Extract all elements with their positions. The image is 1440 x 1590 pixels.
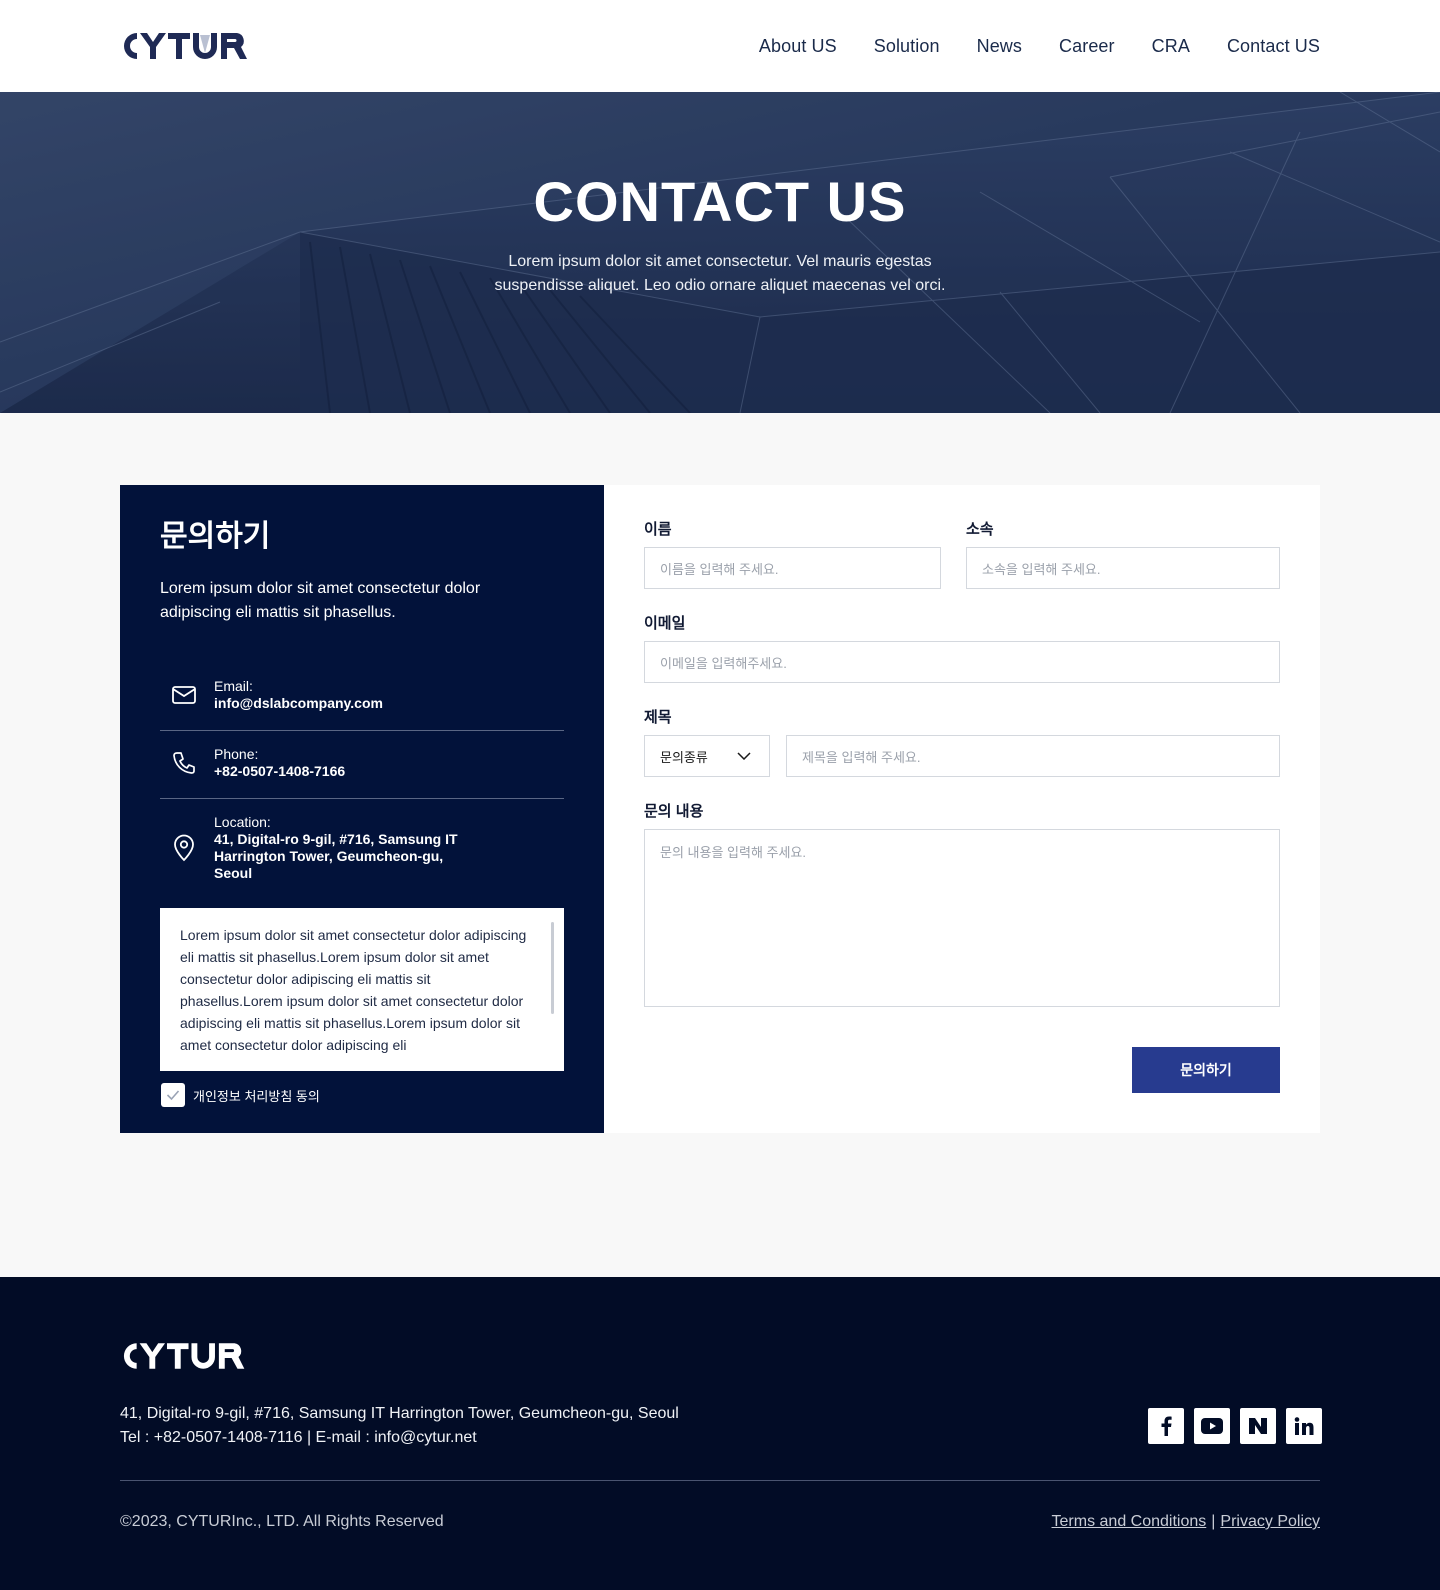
footer-link-separator: | <box>1211 1513 1216 1530</box>
site-footer: 41, Digital-ro 9-gil, #716, Samsung IT H… <box>0 1277 1440 1590</box>
privacy-terms-box[interactable]: Lorem ipsum dolor sit amet consectetur d… <box>160 908 564 1071</box>
panel-description: Lorem ipsum dolor sit amet consectetur d… <box>160 580 481 621</box>
nav-about-us[interactable]: About US <box>759 36 837 57</box>
footer-links: Terms and Conditions | Privacy Policy <box>1052 1513 1320 1531</box>
phone-label: Phone: <box>214 746 259 762</box>
location-label: Location: <box>214 814 271 830</box>
privacy-agree-label: 개인정보 처리방침 동의 <box>193 1088 320 1104</box>
location-info: Location: 41, Digital-ro 9-gil, #716, Sa… <box>160 799 564 900</box>
subject-field: 제목 문의종류 제목을 입력해 주세요. <box>644 707 1280 777</box>
location-value: 41, Digital-ro 9-gil, #716, Samsung IT H… <box>214 831 458 881</box>
phone-info: Phone: +82-0507-1408-7166 <box>160 731 564 799</box>
affiliation-input[interactable]: 소속을 입력해 주세요. <box>966 547 1280 589</box>
footer-logo[interactable] <box>120 1339 1320 1373</box>
submit-button[interactable]: 문의하기 <box>1132 1047 1280 1093</box>
panel-title: 문의하기 <box>160 520 271 553</box>
email-label: Email: <box>214 678 253 694</box>
nav-news[interactable]: News <box>977 36 1022 57</box>
main-content: 문의하기 Lorem ipsum dolor sit amet consecte… <box>0 413 1440 1277</box>
email-value[interactable]: info@dslabcompany.com <box>214 695 383 712</box>
footer-divider <box>120 1480 1320 1481</box>
subject-label: 제목 <box>644 709 672 726</box>
privacy-agree[interactable]: 개인정보 처리방침 동의 <box>161 1083 564 1107</box>
name-field: 이름 이름을 입력해 주세요. <box>644 519 941 589</box>
social-links <box>1148 1408 1322 1444</box>
phone-value[interactable]: +82-0507-1408-7166 <box>214 763 345 780</box>
privacy-link[interactable]: Privacy Policy <box>1220 1513 1320 1530</box>
chevron-down-icon <box>737 752 751 760</box>
hero-subtitle: Lorem ipsum dolor sit amet consectetur. … <box>494 253 946 294</box>
linkedin-icon[interactable] <box>1286 1408 1322 1444</box>
hero-title: CONTACT US <box>533 170 907 233</box>
contact-info-panel: 문의하기 Lorem ipsum dolor sit amet consecte… <box>120 485 604 1133</box>
nav-contact-us[interactable]: Contact US <box>1227 36 1320 57</box>
hero-content: CONTACT US Lorem ipsum dolor sit amet co… <box>0 92 1440 298</box>
brand-logo[interactable] <box>120 29 263 63</box>
copyright: ©2023, CYTURInc., LTD. All Rights Reserv… <box>120 1513 444 1530</box>
location-pin-icon <box>168 834 200 862</box>
subject-row: 문의종류 제목을 입력해 주세요. <box>644 735 1280 777</box>
phone-icon <box>168 750 200 776</box>
facebook-icon[interactable] <box>1148 1408 1184 1444</box>
cytur-logo-icon <box>124 33 247 59</box>
message-label: 문의 내용 <box>644 803 704 820</box>
form-row-name: 이름 이름을 입력해 주세요. 소속 소속을 입력해 주세요. <box>644 519 1280 589</box>
mail-icon <box>168 684 200 706</box>
email-field: 이메일 이메일을 입력해주세요. <box>644 613 1280 683</box>
terms-link[interactable]: Terms and Conditions <box>1052 1513 1207 1530</box>
privacy-agree-checkbox[interactable] <box>161 1083 185 1107</box>
inquiry-type-select[interactable]: 문의종류 <box>644 735 770 777</box>
footer-address: 41, Digital-ro 9-gil, #716, Samsung IT H… <box>120 1405 679 1422</box>
name-input[interactable]: 이름을 입력해 주세요. <box>644 547 941 589</box>
terms-scrollbar[interactable] <box>551 922 554 1014</box>
email-input[interactable]: 이메일을 입력해주세요. <box>644 641 1280 683</box>
nav-solution[interactable]: Solution <box>874 36 940 57</box>
main-nav: About US Solution News Career CRA Contac… <box>722 36 1320 57</box>
email-field-label: 이메일 <box>644 615 686 632</box>
footer-info: 41, Digital-ro 9-gil, #716, Samsung IT H… <box>120 1402 1320 1450</box>
footer-bottom: ©2023, CYTURInc., LTD. All Rights Reserv… <box>120 1513 1320 1531</box>
naver-icon[interactable] <box>1240 1408 1276 1444</box>
footer-contact: Tel : +82-0507-1408-7116 | E-mail : info… <box>120 1429 477 1446</box>
subject-input[interactable]: 제목을 입력해 주세요. <box>786 735 1280 777</box>
name-label: 이름 <box>644 521 672 538</box>
nav-career[interactable]: Career <box>1059 36 1115 57</box>
affiliation-label: 소속 <box>966 521 994 538</box>
contact-info-list: Email: info@dslabcompany.com Phone: +82-… <box>160 663 564 900</box>
message-field: 문의 내용 문의 내용을 입력해 주세요. <box>644 801 1280 1007</box>
youtube-icon[interactable] <box>1194 1408 1230 1444</box>
site-header: About US Solution News Career CRA Contac… <box>0 0 1440 92</box>
inquiry-type-value: 문의종류 <box>660 749 708 765</box>
checkmark-icon <box>166 1090 180 1101</box>
contact-form: 이름 이름을 입력해 주세요. 소속 소속을 입력해 주세요. 이메일 이메일을… <box>604 485 1320 1133</box>
nav-cra[interactable]: CRA <box>1152 36 1190 57</box>
affiliation-field: 소속 소속을 입력해 주세요. <box>966 519 1280 589</box>
contact-section: 문의하기 Lorem ipsum dolor sit amet consecte… <box>120 485 1320 1133</box>
email-info: Email: info@dslabcompany.com <box>160 663 564 731</box>
cytur-logo-icon <box>123 1343 245 1369</box>
message-textarea[interactable]: 문의 내용을 입력해 주세요. <box>644 829 1280 1007</box>
privacy-terms-text: Lorem ipsum dolor sit amet consectetur d… <box>180 927 527 1053</box>
hero-banner: CONTACT US Lorem ipsum dolor sit amet co… <box>0 92 1440 413</box>
